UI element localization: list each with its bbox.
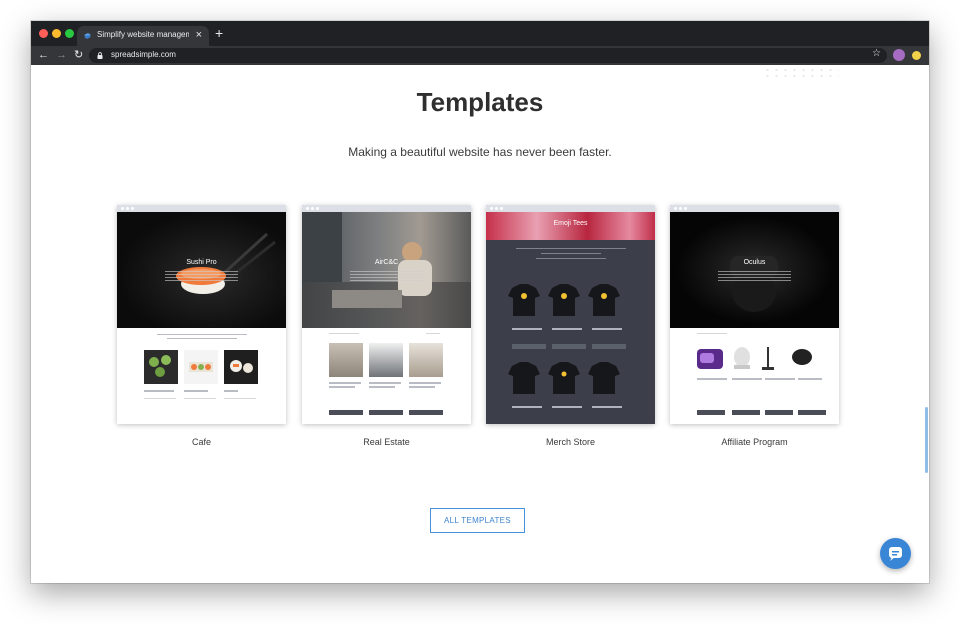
url-text: spreadsimple.com [111, 50, 176, 59]
minimize-window-button[interactable] [52, 29, 61, 38]
maximize-window-button[interactable] [65, 29, 74, 38]
card-hero-image: Oculus [670, 212, 839, 328]
browser-toolbar: ← → ↻ spreadsimple.com ☆ [31, 46, 929, 65]
card-hero-title: Sushi Pro [186, 259, 217, 266]
new-tab-icon[interactable]: + [215, 26, 223, 40]
card-browser-chrome [117, 205, 286, 212]
lock-icon [97, 52, 103, 59]
product-grid [697, 347, 812, 370]
tshirt-grid [508, 284, 626, 408]
template-card-affiliate-program[interactable]: Oculus [670, 205, 839, 424]
browser-tab[interactable]: Simplify website management × [77, 26, 209, 46]
card-hero-title: Oculus [743, 259, 766, 266]
card-browser-chrome [486, 205, 655, 212]
chat-button[interactable] [880, 538, 911, 569]
favicon-icon [84, 33, 91, 39]
chat-bubble-icon [889, 547, 902, 561]
living-room-image [302, 212, 471, 328]
template-caption-merch-store[interactable]: Merch Store [486, 437, 655, 447]
card-hero-title: Emoji Tees [553, 220, 588, 227]
card-body-preview [486, 240, 655, 424]
template-caption-real-estate[interactable]: Real Estate [302, 437, 471, 447]
page-subtitle: Making a beautiful website has never bee… [348, 145, 612, 159]
card-body-preview [670, 328, 839, 424]
profile-avatar[interactable] [893, 49, 905, 61]
card-body-preview [302, 328, 471, 424]
template-card-merch-store[interactable]: Emoji Tees [486, 205, 655, 424]
arrow-right-icon[interactable]: → [56, 48, 67, 62]
card-browser-chrome [302, 205, 471, 212]
template-caption-cafe[interactable]: Cafe [117, 437, 286, 447]
sushi-image [176, 232, 276, 294]
property-thumb [329, 343, 363, 377]
template-card-real-estate[interactable]: AirC&C [302, 205, 471, 424]
extension-icon[interactable] [912, 51, 921, 60]
page-title: Templates [416, 87, 544, 117]
tab-title: Simplify website management [97, 30, 189, 39]
close-tab-icon[interactable]: × [196, 28, 202, 42]
page-content: Templates Making a beautiful website has… [31, 65, 929, 583]
all-templates-button[interactable]: ALL TEMPLATES [430, 508, 525, 533]
template-card-cafe[interactable]: Sushi Pro [117, 205, 286, 424]
property-thumb [369, 343, 403, 377]
tab-bar: Simplify website management × + [31, 21, 929, 46]
scrollbar-thumb[interactable] [925, 407, 928, 473]
property-thumb [409, 343, 443, 377]
star-icon[interactable]: ☆ [872, 48, 881, 59]
card-hero-text [718, 271, 791, 283]
card-hero-image: Sushi Pro [117, 212, 286, 328]
card-hero-image: Emoji Tees [486, 212, 655, 240]
template-caption-affiliate-program[interactable]: Affiliate Program [670, 437, 839, 447]
card-body-preview [117, 328, 286, 424]
product-thumb [184, 350, 218, 384]
vr-headset-image [730, 256, 778, 312]
product-thumb [224, 350, 258, 384]
reload-icon[interactable]: ↻ [74, 48, 83, 62]
product-thumb [144, 350, 178, 384]
arrow-left-icon[interactable]: ← [38, 48, 49, 62]
address-bar[interactable]: spreadsimple.com ☆ [89, 48, 887, 63]
card-hero-text [350, 271, 423, 283]
card-hero-image: AirC&C [302, 212, 471, 328]
card-hero-title: AirC&C [374, 259, 399, 266]
card-browser-chrome [670, 205, 839, 212]
card-hero-text [165, 271, 238, 283]
close-window-button[interactable] [39, 29, 48, 38]
decorative-dots [763, 67, 839, 81]
browser-window: Simplify website management × + ← → ↻ sp… [31, 21, 929, 583]
